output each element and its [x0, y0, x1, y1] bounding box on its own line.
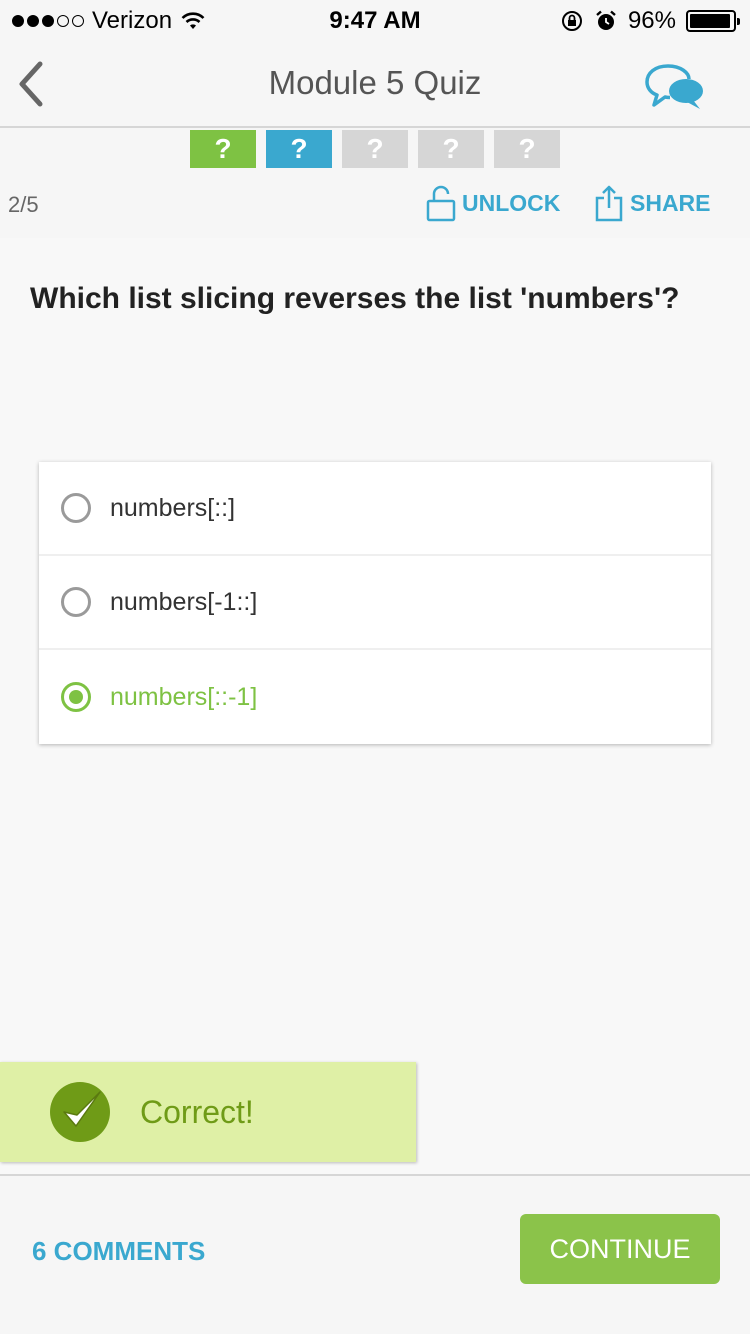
comments-link[interactable]: 6 COMMENTS — [32, 1236, 205, 1267]
status-right: 96% — [560, 7, 740, 35]
rotation-lock-icon — [561, 11, 582, 31]
lock-icon — [426, 185, 456, 222]
page-title: Module 5 Quiz — [268, 64, 482, 101]
quiz-progress: ? ? ? ? ? — [0, 130, 750, 168]
feedback-banner: Correct! — [0, 1062, 416, 1162]
progress-square-2[interactable]: ? — [266, 130, 332, 168]
unlock-label: UNLOCK — [462, 189, 561, 216]
share-label: SHARE — [630, 189, 711, 216]
radio-button-selected[interactable] — [61, 682, 91, 712]
chat-bubbles-icon — [645, 64, 703, 109]
feedback-text: Correct! — [140, 1093, 254, 1130]
progress-square-5: ? — [494, 130, 560, 168]
question-text: Which list slicing reverses the list 'nu… — [30, 282, 680, 315]
bottom-bar: 6 COMMENTS CONTINUE — [0, 1174, 750, 1334]
battery-icon — [686, 10, 740, 32]
discussion-button[interactable] — [644, 62, 706, 114]
status-bar: Verizon 9:47 AM 96% — [0, 0, 750, 40]
battery-fill — [690, 14, 731, 28]
checkmark-icon — [63, 1091, 101, 1127]
progress-square-1[interactable]: ? — [190, 130, 256, 168]
question-counter: 2/5 — [8, 192, 39, 217]
answer-option-1[interactable]: numbers[::] — [39, 462, 711, 556]
answer-options: numbers[::] numbers[-1::] numbers[::-1] — [39, 462, 711, 744]
battery-percent: 96% — [627, 7, 676, 34]
check-icon — [50, 1082, 110, 1142]
quiz-content: Which list slicing reverses the list 'nu… — [0, 238, 750, 1174]
answer-label: numbers[::-1] — [110, 682, 258, 711]
alarm-clock-icon — [596, 10, 616, 30]
share-button[interactable]: SHARE — [594, 184, 711, 222]
unlock-button[interactable]: UNLOCK — [426, 184, 560, 222]
nav-bar: Module 5 Quiz — [0, 40, 750, 128]
answer-label: numbers[-1::] — [110, 587, 258, 616]
share-icon — [595, 185, 623, 222]
radio-button[interactable] — [61, 587, 91, 617]
radio-button[interactable] — [61, 493, 91, 523]
answer-label: numbers[::] — [110, 493, 236, 522]
progress-square-4: ? — [418, 130, 484, 168]
progress-square-3: ? — [342, 130, 408, 168]
answer-option-3[interactable]: numbers[::-1] — [39, 650, 711, 744]
answer-option-2[interactable]: numbers[-1::] — [39, 556, 711, 650]
continue-button[interactable]: CONTINUE — [520, 1214, 720, 1284]
